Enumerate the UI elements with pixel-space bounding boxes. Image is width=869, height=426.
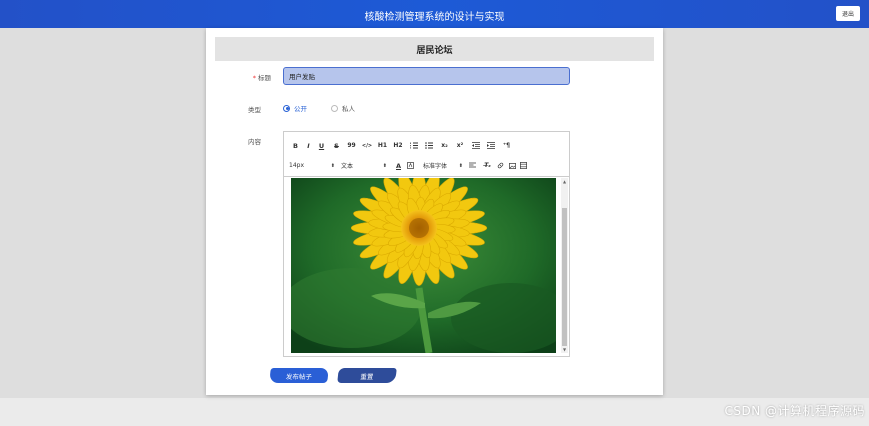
- content-label: 内容: [248, 138, 261, 146]
- strike-button[interactable]: S: [328, 140, 345, 151]
- toolbar-row-2: 14px ⬍ 文本 ⬍ A 标准字体 ⬍ T̶ₓ: [289, 160, 529, 171]
- editor-scrollbar[interactable]: ▲ ▼: [561, 178, 568, 353]
- required-mark: *: [252, 74, 256, 82]
- title-label: * 标题: [252, 74, 271, 82]
- heading1-button[interactable]: H1: [376, 140, 389, 151]
- ordered-list-icon[interactable]: [407, 140, 420, 151]
- editor-toolbar: B I U S 99 </> H1 H2 x₂ x² ⁺¶ 14px ⬍ 文本 …: [284, 132, 569, 177]
- bullet-list-icon[interactable]: [420, 140, 438, 151]
- flower-image: [291, 178, 556, 353]
- heading-select[interactable]: 文本 ⬍: [341, 160, 387, 171]
- align-icon[interactable]: [463, 160, 481, 171]
- superscript-button[interactable]: x²: [451, 140, 469, 151]
- select-arrow-icon: ⬍: [382, 162, 387, 169]
- radio-private-label: 私人: [342, 105, 355, 113]
- top-navbar: 核酸检测管理系统的设计与实现 退出: [0, 0, 869, 28]
- forum-post-card: 居民论坛 * 标题 用户发贴 类型 公开 私人 内容 B I U S 99 </>…: [206, 28, 663, 395]
- image-icon[interactable]: [507, 160, 518, 171]
- code-icon[interactable]: </>: [358, 140, 376, 151]
- editor-content[interactable]: ▲ ▼: [284, 177, 569, 356]
- underline-button[interactable]: U: [315, 140, 328, 151]
- clear-format-icon[interactable]: T̶ₓ: [481, 160, 494, 171]
- font-color-icon[interactable]: A: [393, 160, 404, 171]
- text-direction-icon[interactable]: ⁺¶: [500, 140, 513, 151]
- title-input-value: 用户发贴: [289, 73, 315, 81]
- italic-button[interactable]: I: [302, 140, 315, 151]
- publish-button[interactable]: 发布帖子: [269, 368, 329, 383]
- scrollbar-thumb[interactable]: [562, 208, 567, 346]
- reset-button[interactable]: 重置: [337, 368, 397, 383]
- indent-icon[interactable]: [482, 140, 500, 151]
- font-size-select[interactable]: 14px ⬍: [289, 160, 335, 171]
- background-color-icon[interactable]: [404, 160, 417, 171]
- font-family-select[interactable]: 标准字体 ⬍: [423, 160, 463, 171]
- csdn-watermark: CSDN @计算机程序源码: [724, 404, 865, 418]
- video-icon[interactable]: [518, 160, 529, 171]
- scroll-down-icon[interactable]: ▼: [561, 346, 568, 353]
- type-radio-group: 公开 私人: [283, 103, 373, 113]
- radio-dot-unselected: [331, 104, 338, 112]
- heading2-button[interactable]: H2: [389, 140, 407, 151]
- radio-public-label: 公开: [294, 105, 307, 113]
- card-title: 居民论坛: [215, 37, 654, 61]
- outdent-icon[interactable]: [469, 140, 482, 151]
- radio-private[interactable]: 私人: [331, 103, 373, 113]
- type-label: 类型: [248, 106, 261, 114]
- link-icon[interactable]: [494, 160, 507, 171]
- app-title: 核酸检测管理系统的设计与实现: [364, 12, 505, 23]
- radio-dot-selected: [283, 104, 290, 112]
- bold-button[interactable]: B: [289, 140, 302, 151]
- select-arrow-icon: ⬍: [330, 162, 335, 169]
- title-input[interactable]: 用户发贴: [283, 67, 570, 85]
- scroll-up-icon[interactable]: ▲: [561, 178, 568, 185]
- quote-icon[interactable]: 99: [345, 140, 358, 151]
- radio-public[interactable]: 公开: [283, 103, 325, 113]
- rich-text-editor[interactable]: B I U S 99 </> H1 H2 x₂ x² ⁺¶ 14px ⬍ 文本 …: [283, 131, 570, 357]
- toolbar-row-1: B I U S 99 </> H1 H2 x₂ x² ⁺¶: [289, 140, 513, 151]
- subscript-button[interactable]: x₂: [438, 140, 451, 151]
- logout-button[interactable]: 退出: [836, 6, 860, 21]
